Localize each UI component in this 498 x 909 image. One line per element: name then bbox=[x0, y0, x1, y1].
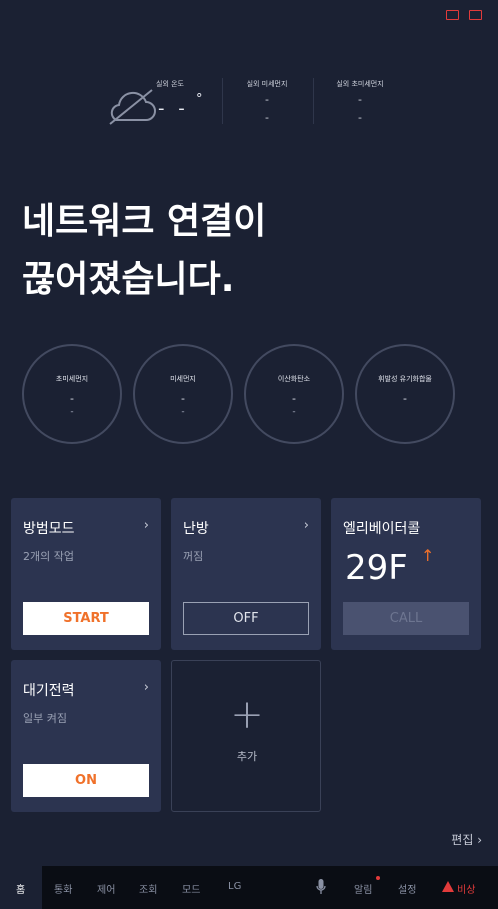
mic-icon[interactable] bbox=[316, 878, 326, 896]
call-button[interactable]: CALL bbox=[343, 602, 469, 635]
elevator-floor: 29F bbox=[345, 548, 408, 588]
card-title: 대기전력 bbox=[23, 683, 75, 699]
chevron-right-icon[interactable]: › bbox=[144, 518, 149, 533]
add-label: 추가 bbox=[236, 750, 258, 763]
dust-value-2: - bbox=[265, 111, 269, 124]
temp-label: 실외 온도 bbox=[156, 80, 184, 88]
gauge-label: 미세먼지 bbox=[170, 375, 196, 383]
divider bbox=[313, 78, 314, 124]
card-title: 엘리베이터콜 bbox=[343, 521, 421, 537]
dust-label: 실외 미세먼지 bbox=[246, 80, 288, 88]
top-status-icons bbox=[446, 10, 482, 20]
heating-off-button[interactable]: OFF bbox=[183, 602, 309, 635]
heating-card[interactable]: 난방 › 꺼짐 OFF bbox=[171, 498, 321, 650]
nav-home[interactable]: 홈 bbox=[16, 881, 25, 896]
screen-icon[interactable] bbox=[446, 10, 459, 20]
fine-dust-value-2: - bbox=[358, 111, 362, 124]
gauge-sub-value: - bbox=[70, 407, 74, 417]
on-button[interactable]: ON bbox=[23, 764, 149, 797]
monitor-icon[interactable] bbox=[469, 10, 482, 20]
gauge-pm10[interactable]: 미세먼지 - - bbox=[133, 344, 233, 444]
gauge-value: - bbox=[181, 392, 185, 405]
arrow-up-icon: ↑ bbox=[421, 546, 435, 565]
nav-mode[interactable]: 모드 bbox=[182, 881, 200, 896]
gauge-label: 이산화탄소 bbox=[277, 375, 311, 383]
nav-settings[interactable]: 설정 bbox=[398, 881, 416, 896]
fine-dust-value: - bbox=[358, 93, 362, 106]
standby-power-card[interactable]: 대기전력 › 일부 켜짐 ON bbox=[11, 660, 161, 812]
gauge-value: - bbox=[403, 392, 407, 405]
nav-lg[interactable]: LG bbox=[228, 881, 241, 892]
card-subtitle: 꺼짐 bbox=[183, 550, 204, 563]
cloud-icon bbox=[109, 89, 156, 125]
divider bbox=[222, 78, 223, 124]
gauge-co2[interactable]: 이산화탄소 - - bbox=[244, 344, 344, 444]
card-subtitle: 일부 켜짐 bbox=[23, 712, 67, 725]
gauge-value: - bbox=[70, 392, 74, 405]
gauge-sub-value: - bbox=[292, 407, 296, 417]
chevron-right-icon[interactable]: › bbox=[144, 680, 149, 695]
elevator-call-card[interactable]: 엘리베이터콜 29F ↑ CALL bbox=[331, 498, 481, 650]
gauge-label: 초미세먼지 bbox=[55, 375, 89, 383]
plus-icon: + bbox=[230, 692, 264, 738]
card-title: 난방 bbox=[183, 521, 209, 537]
gauge-value: - bbox=[292, 392, 296, 405]
gauge-pm25[interactable]: 초미세먼지 - - bbox=[22, 344, 122, 444]
edit-link[interactable]: 편집 › bbox=[451, 831, 482, 848]
gauge-sub-value: - bbox=[181, 407, 185, 417]
nav-view[interactable]: 조회 bbox=[139, 881, 157, 896]
gauge-voc[interactable]: 휘발성 유기화합물 - bbox=[355, 344, 455, 444]
nav-call[interactable]: 통화 bbox=[54, 881, 72, 896]
fine-dust-label: 실외 초미세먼지 bbox=[336, 80, 384, 88]
air-quality-gauges: 초미세먼지 - - 미세먼지 - - 이산화탄소 - - 휘발성 유기화합물 - bbox=[22, 344, 455, 444]
nav-emergency[interactable]: 비상 bbox=[457, 881, 475, 896]
gauge-label: 휘발성 유기화합물 bbox=[378, 375, 432, 383]
nav-notice[interactable]: 알림 bbox=[354, 881, 372, 896]
card-title: 방범모드 bbox=[23, 521, 75, 537]
network-error-message: 네트워크 연결이 끊어졌습니다. bbox=[22, 201, 267, 300]
add-card[interactable]: + 추가 bbox=[171, 660, 321, 812]
warning-icon bbox=[442, 881, 454, 892]
temp-value: - - bbox=[158, 98, 189, 119]
notice-dot bbox=[376, 876, 380, 880]
temp-unit: ° bbox=[196, 92, 203, 107]
start-button[interactable]: START bbox=[23, 602, 149, 635]
security-mode-card[interactable]: 방범모드 › 2개의 작업 START bbox=[11, 498, 161, 650]
nav-control[interactable]: 제어 bbox=[97, 881, 115, 896]
chevron-right-icon[interactable]: › bbox=[304, 518, 309, 533]
dust-value: - bbox=[265, 93, 269, 106]
bottom-nav: 홈 통화 제어 조회 모드 LG 알림 설정 비상 bbox=[0, 866, 498, 909]
card-subtitle: 2개의 작업 bbox=[23, 550, 74, 563]
